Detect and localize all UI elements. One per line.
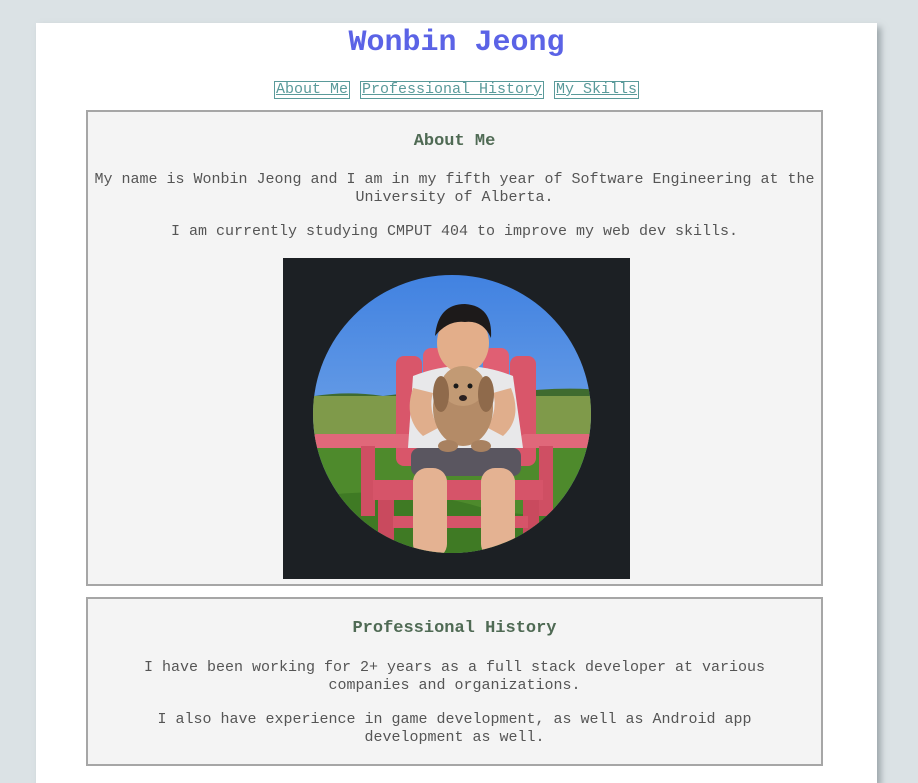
nav-link-my-skills[interactable]: My Skills bbox=[554, 81, 640, 99]
history-paragraph-2: I also have experience in game developme… bbox=[157, 711, 752, 746]
page-container: Wonbin Jeong About Me Professional Histor… bbox=[36, 23, 877, 783]
nav-bar: About Me Professional History My Skills bbox=[36, 81, 877, 99]
nav-link-professional-history[interactable]: Professional History bbox=[359, 81, 545, 99]
about-paragraph-2: I am currently studying CMPUT 404 to imp… bbox=[170, 223, 739, 240]
about-heading: About Me bbox=[413, 132, 496, 151]
site-title: Wonbin Jeong bbox=[348, 26, 565, 60]
professional-history-section: Professional History I have been working… bbox=[86, 597, 823, 766]
about-paragraph-1: My name is Wonbin Jeong and I am in my f… bbox=[94, 171, 815, 206]
nav-link-about-me[interactable]: About Me bbox=[273, 81, 350, 99]
history-heading: Professional History bbox=[352, 619, 557, 638]
profile-photo-image bbox=[313, 275, 591, 553]
history-paragraph-1: I have been working for 2+ years as a fu… bbox=[143, 659, 766, 694]
profile-photo bbox=[283, 258, 630, 579]
about-section: About Me My name is Wonbin Jeong and I a… bbox=[86, 110, 823, 586]
